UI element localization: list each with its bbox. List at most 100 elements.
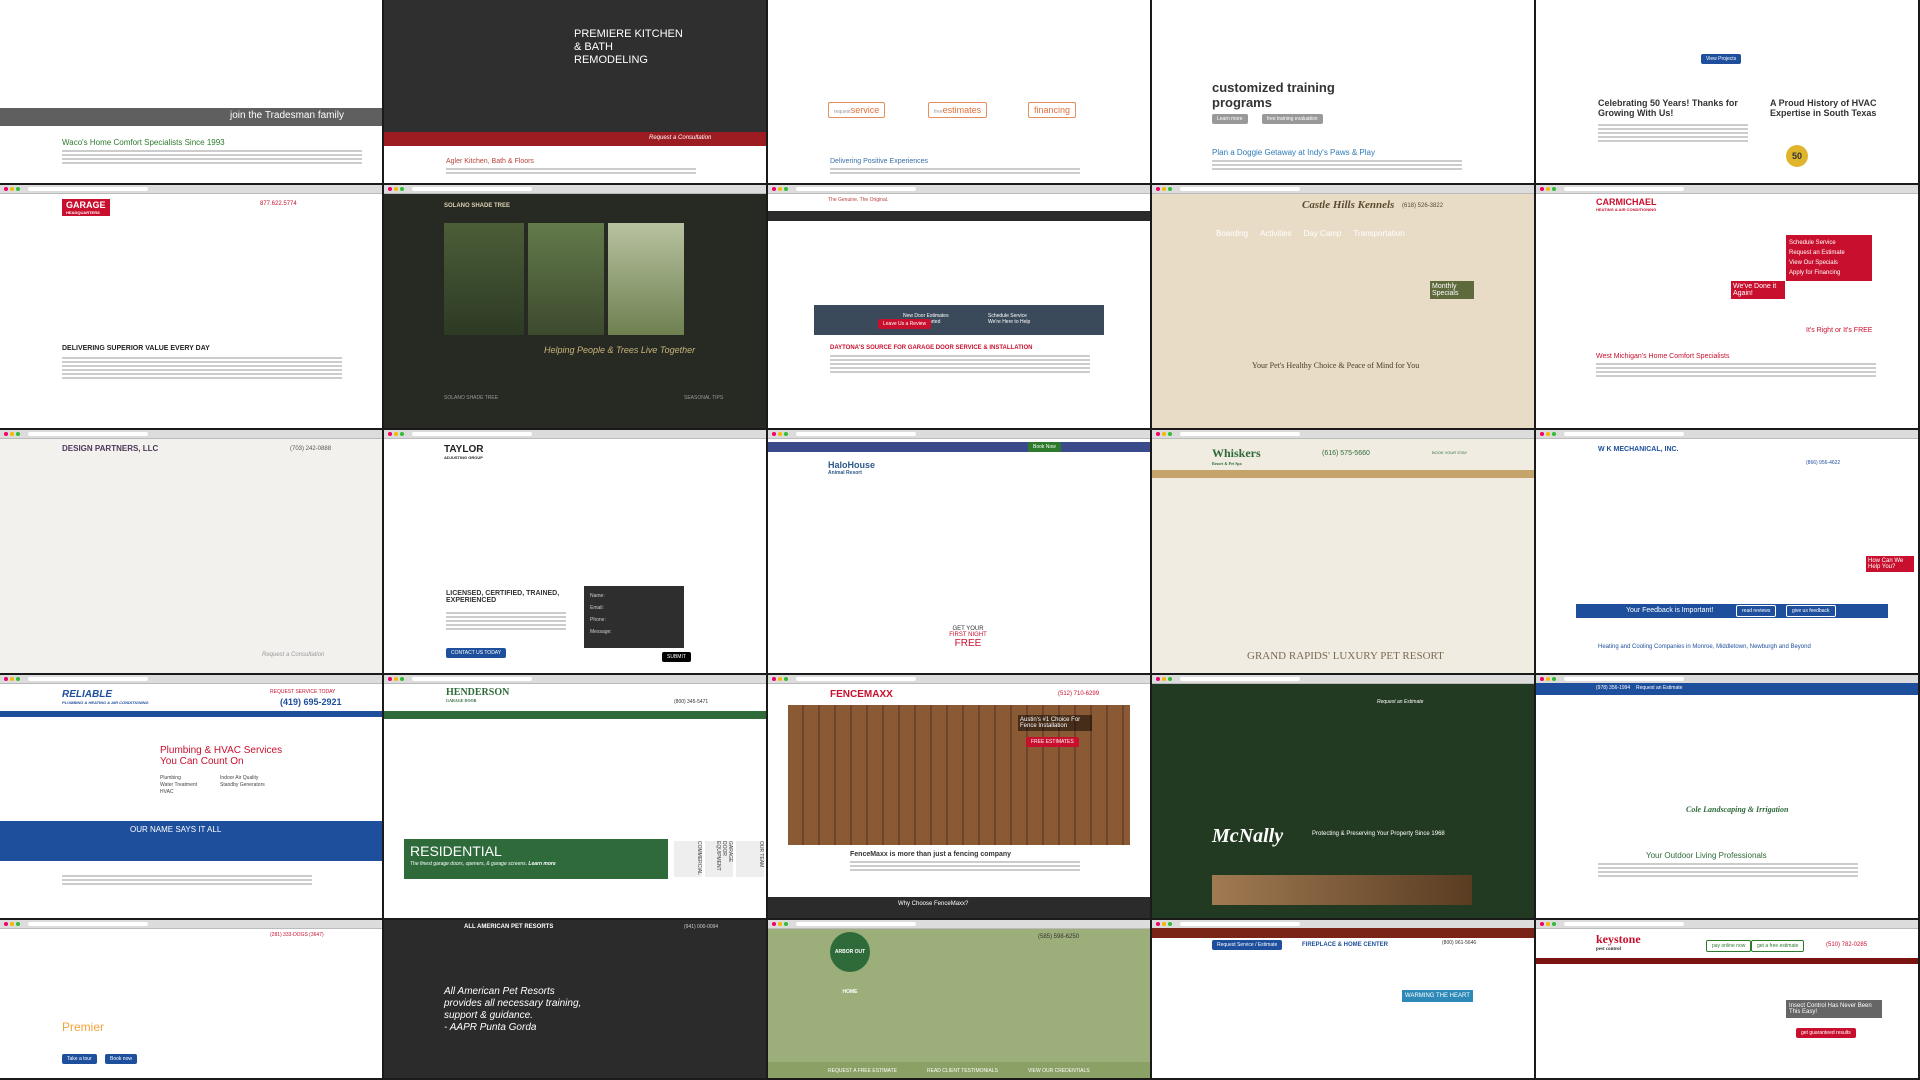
phone: (510) 782-0285: [1826, 942, 1868, 948]
booking-bar[interactable]: [768, 442, 1150, 452]
tile-bay-area-pet-resort[interactable]: (281) 333-DOGS (3647) The Kemah/Bay Area…: [0, 920, 384, 1080]
family-photo: [0, 0, 382, 108]
hero-l2: Premier: [62, 1020, 105, 1034]
form-labels: Name: Email: Phone: Message:: [590, 593, 612, 635]
tile-wk-mechanical[interactable]: W K MECHANICAL, INC. (866) 956-4622 Your…: [1536, 430, 1920, 675]
contact-us-button[interactable]: CONTACT US TODAY: [446, 648, 507, 658]
tile-overhead-door-daytona[interactable]: The Genuine. The Original. New Door Esti…: [768, 185, 1152, 430]
tile-taylor-adjusting[interactable]: TAYLOR ADJUSTING GROUP Experience & Polic…: [384, 430, 768, 675]
browser-bar: [384, 430, 766, 439]
take-tour-button[interactable]: Take a tour: [62, 1054, 97, 1064]
nav-bar[interactable]: [1152, 928, 1534, 938]
logo: keystone pest control: [1596, 932, 1641, 952]
hero-l3: Pet Resort: [62, 1036, 119, 1050]
browser-bar: [1152, 430, 1534, 439]
headline-1: Celebrating 50 Years! Thanks for Growing…: [1598, 98, 1738, 118]
side-tabs[interactable]: COMMERCIAL GARAGE DOOR EQUIPMENT OUR TEA…: [674, 841, 764, 877]
tile-all-american-pet[interactable]: ALL AMERICAN PET RESORTS (941) 000-0094 …: [384, 920, 768, 1080]
free-estimate-button[interactable]: get a free estimate: [1751, 940, 1805, 952]
promo: We've Done it Again!: [1731, 281, 1785, 299]
tile-solano-shade-tree[interactable]: SOLANO SHADE TREE Helping People & Trees…: [384, 185, 768, 430]
headline: Plan a Doggie Getaway at Indy's Paws & P…: [1212, 148, 1375, 157]
tile-cole-landscaping[interactable]: (978) 356-1994 Request an Estimate Cole …: [1536, 675, 1920, 920]
tile-paws-play[interactable]: customized training programs Learn more …: [1152, 0, 1536, 185]
estimates-button[interactable]: freeestimates: [928, 102, 988, 118]
tile-fireplace-home[interactable]: (800) 961-5646 Request Service / Estimat…: [1152, 920, 1536, 1080]
promo: GET YOUR FIRST NIGHT FREE: [949, 626, 987, 649]
house-snow-photo: [1576, 470, 1888, 610]
hero-sub: The finest garage doors, openers, & gara…: [410, 861, 556, 867]
tile-castle-hills-kennels[interactable]: Castle Hills Kennels (618) 526-3822 Boar…: [1152, 185, 1536, 430]
hero-title: RESIDENTIAL: [410, 843, 502, 859]
tree-photo-1: [444, 223, 524, 335]
submit-button[interactable]: SUBMIT: [662, 652, 691, 662]
tile-agler[interactable]: PREMIERE KITCHEN & BATH REMODELING Reque…: [384, 0, 768, 185]
pay-online-button[interactable]: pay online now: [1706, 940, 1752, 952]
guaranteed-results-button[interactable]: get guaranteed results: [1796, 1028, 1856, 1038]
book-now-button[interactable]: Book now: [105, 1054, 137, 1064]
tile-mcnally[interactable]: Request an Estimate McNally Protecting &…: [1152, 675, 1536, 920]
logo: RELIABLE PLUMBING & HEATING & AIR CONDITI…: [62, 689, 149, 705]
view-projects-button[interactable]: View Projects: [1701, 54, 1742, 64]
hero-tag: Your #1 Garage Door Authority!: [230, 323, 314, 329]
nav-bar[interactable]: [384, 711, 766, 719]
consult-link[interactable]: Request a Consultation: [262, 652, 324, 658]
garage-doors-photo: [384, 719, 766, 839]
tile-hvac-south-texas[interactable]: Turnkey Installations for Commercial & In…: [1536, 0, 1920, 185]
training-eval-button[interactable]: free training evaluation: [1262, 114, 1323, 124]
footer-links[interactable]: REQUEST A FREE ESTIMATE READ CLIENT TESTI…: [828, 1068, 1090, 1074]
monthly-specials[interactable]: Monthly Specials: [1430, 281, 1474, 299]
service-button[interactable]: Request Service / Estimate: [1212, 940, 1283, 950]
tab-transportation[interactable]: Transportation: [1353, 229, 1404, 238]
leave-review-button[interactable]: Leave Us a Review: [878, 319, 932, 329]
financing-button[interactable]: financing: [1028, 102, 1077, 118]
nav-bar[interactable]: [768, 211, 1150, 221]
logo: DESIGN PARTNERS, LLC: [62, 444, 159, 453]
headline: Your Pet's Healthy Choice & Peace of Min…: [1252, 361, 1420, 370]
headline: DAYTONA'S SOURCE FOR GARAGE DOOR SERVICE…: [830, 345, 1033, 351]
give-feedback-button[interactable]: give us feedback: [1786, 605, 1836, 617]
tab-boarding[interactable]: Boarding: [1216, 229, 1248, 238]
help-tab[interactable]: How Can We Help You?: [1866, 556, 1914, 572]
read-reviews-button[interactable]: read reviews: [1736, 605, 1777, 617]
cta-text[interactable]: Request a Consultation: [649, 135, 711, 141]
estimate-link[interactable]: Request an Estimate: [1636, 685, 1682, 691]
free-estimates-button[interactable]: FREE ESTIMATES: [1026, 737, 1079, 747]
ant-photo: [1536, 964, 1918, 1078]
tile-arbor-service[interactable]: ARBOR OUT HOME (585) 598-6250 REQUEST A …: [768, 920, 1152, 1080]
learn-more-button[interactable]: Learn more: [1212, 114, 1248, 124]
seasonal-tips-link[interactable]: SEASONAL TIPS: [684, 395, 723, 401]
logo: Cole Landscaping & Irrigation: [1686, 805, 1789, 814]
tile-halohouse[interactable]: Book Now HaloHouse Animal Resort GET YOUR…: [768, 430, 1152, 675]
tab-activities[interactable]: Activities: [1260, 229, 1292, 238]
service-link[interactable]: REQUEST SERVICE TODAY: [270, 689, 335, 695]
tile-fencemaxx[interactable]: FENCEMAXX (512) 710-6299 Austin's #1 Cho…: [768, 675, 1152, 920]
headline: Your Outdoor Living Professionals: [1646, 851, 1767, 860]
browser-bar: [768, 185, 1150, 194]
tile-reliable-plumbing[interactable]: RELIABLE PLUMBING & HEATING & AIR CONDITI…: [0, 675, 384, 920]
action-menu[interactable]: Schedule Service Request an Estimate Vie…: [1786, 235, 1872, 281]
schedule-service-button[interactable]: Schedule Service We're Here to Help: [983, 311, 1035, 327]
browser-bar: [0, 185, 382, 194]
garage-photo: [46, 217, 336, 335]
tabs[interactable]: Boarding Activities Day Camp Transportat…: [1216, 229, 1405, 238]
tile-keystone-pest[interactable]: keystone pest control pay online now get …: [1536, 920, 1920, 1080]
tile-garage-headquarters[interactable]: GARAGE HEADQUARTERS 877.622.5774 Your #1 …: [0, 185, 384, 430]
book-stay-link[interactable]: BOOK YOUR STAY: [1432, 450, 1467, 455]
book-now-button[interactable]: Book Now: [1028, 442, 1061, 452]
bedroom-photo: [46, 474, 336, 644]
nav-bar[interactable]: [1536, 683, 1918, 695]
footer-text: [62, 875, 312, 887]
phone: (703) 242-0888: [290, 446, 332, 452]
tile-tradesman[interactable]: Tune-up today – the heat is on its way! …: [0, 0, 384, 185]
tile-design-partners[interactable]: DESIGN PARTNERS, LLC (703) 242-0888 Requ…: [0, 430, 384, 675]
phone: (941) 000-0094: [684, 924, 719, 930]
tile-whiskers[interactable]: Whiskers Resort & Pet Spa (616) 575-5660 …: [1152, 430, 1536, 675]
tile-hvac-service[interactable]: requestservice freeestimates financing D…: [768, 0, 1152, 185]
tile-henderson[interactable]: HENDERSON GARAGE DOOR (800) 345-5471 RESI…: [384, 675, 768, 920]
service-button[interactable]: requestservice: [828, 102, 886, 118]
tile-carmichael[interactable]: CARMICHAEL HEATING & AIR CONDITIONING Sch…: [1536, 185, 1920, 430]
phone: (281) 333-DOGS (3647): [270, 932, 324, 938]
tab-day-camp[interactable]: Day Camp: [1304, 229, 1342, 238]
nav-bar[interactable]: [1152, 470, 1534, 478]
